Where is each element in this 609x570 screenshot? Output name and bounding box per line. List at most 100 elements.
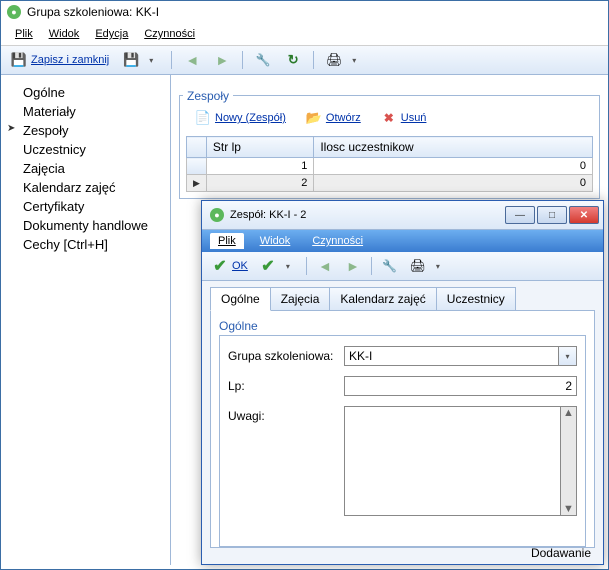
open-button[interactable]: Otwórz — [297, 106, 370, 130]
dlg-tools-button[interactable] — [378, 256, 402, 276]
tab-uczestnicy[interactable]: Uczestnicy — [436, 287, 516, 311]
dropdown-icon — [143, 52, 159, 68]
row-indicator — [187, 158, 207, 175]
save-close-button[interactable]: Zapisz i zamknij — [7, 50, 113, 70]
print-button[interactable] — [322, 50, 366, 70]
col-lp[interactable]: Str lp — [206, 137, 313, 158]
new-button[interactable]: Nowy (Zespół) — [186, 106, 295, 130]
separator — [306, 257, 307, 275]
uwagi-textarea[interactable] — [344, 406, 561, 516]
print-icon — [410, 258, 426, 274]
check-icon — [260, 258, 276, 274]
save-dropdown-button[interactable] — [119, 50, 163, 70]
table-rowhead — [187, 137, 207, 158]
open-label: Otwórz — [326, 112, 361, 124]
save-icon — [123, 52, 139, 68]
cell-count: 0 — [314, 158, 593, 175]
lp-label: Lp: — [228, 376, 338, 393]
save-close-label: Zapisz i zamknij — [31, 54, 109, 66]
dialog-menubar: Plik Widok Czynności — [202, 230, 603, 252]
nav-back-button[interactable] — [180, 50, 204, 70]
sidebar-item-dokumenty[interactable]: Dokumenty handlowe — [5, 216, 166, 235]
sidebar-item-materialy[interactable]: Materiały — [5, 102, 166, 121]
separator — [171, 51, 172, 69]
new-label: Nowy (Zespół) — [215, 112, 286, 124]
main-titlebar: ● Grupa szkoleniowa: KK-I — [1, 1, 608, 23]
dlg-menu-plik[interactable]: Plik — [210, 233, 244, 249]
app-icon: ● — [210, 208, 224, 222]
close-button[interactable]: ✕ — [569, 206, 599, 224]
minimize-button[interactable]: — — [505, 206, 535, 224]
check-icon — [212, 258, 228, 274]
grupa-input[interactable] — [344, 346, 559, 366]
refresh-icon — [285, 52, 301, 68]
menu-widok[interactable]: Widok — [43, 26, 86, 42]
sidebar-item-ogolne[interactable]: Ogólne — [5, 83, 166, 102]
tools-button[interactable] — [251, 50, 275, 70]
ok-label: OK — [232, 260, 248, 272]
fieldset-label: Zespoły — [183, 89, 233, 103]
table-row[interactable]: 1 0 — [187, 158, 593, 175]
delete-button[interactable]: Usuń — [372, 106, 436, 130]
uwagi-label: Uwagi: — [228, 406, 338, 423]
col-count[interactable]: Ilosc uczestnikow — [314, 137, 593, 158]
grupa-select[interactable] — [344, 346, 577, 366]
lp-input[interactable] — [344, 376, 577, 396]
menu-czynnosci[interactable]: Czynności — [138, 26, 201, 42]
dlg-nav-forward-button[interactable] — [341, 256, 365, 276]
button-row: Nowy (Zespół) Otwórz Usuń — [186, 106, 593, 130]
table-row[interactable]: 2 0 — [187, 175, 593, 192]
menu-plik[interactable]: Plik — [9, 26, 39, 42]
refresh-button[interactable] — [281, 50, 305, 70]
maximize-button[interactable]: □ — [537, 206, 567, 224]
sidebar-item-kalendarz[interactable]: Kalendarz zajęć — [5, 178, 166, 197]
arrow-left-icon — [184, 52, 200, 68]
new-icon — [195, 110, 211, 126]
scroll-up-icon: ▲ — [563, 407, 574, 419]
grupa-dropdown-btn[interactable] — [559, 346, 577, 366]
dlg-menu-widok[interactable]: Widok — [254, 233, 297, 249]
team-dialog: ● Zespół: KK-I - 2 — □ ✕ Plik Widok Czyn… — [201, 200, 604, 565]
main-toolbar: Zapisz i zamknij — [1, 46, 608, 75]
dropdown-icon — [560, 348, 576, 364]
tab-ogolne[interactable]: Ogólne — [210, 287, 271, 311]
dialog-title: Zespół: KK-I - 2 — [230, 209, 306, 221]
dlg-menu-czynnosci[interactable]: Czynności — [306, 233, 369, 249]
sidebar-item-zespoly[interactable]: Zespoły — [5, 121, 166, 140]
tab-zajecia[interactable]: Zajęcia — [270, 287, 331, 311]
dialog-status: Dodawanie — [527, 542, 595, 564]
sidebar-item-zajecia[interactable]: Zajęcia — [5, 159, 166, 178]
open-icon — [306, 110, 322, 126]
dlg-print-button[interactable] — [406, 256, 450, 276]
sidebar-item-uczestnicy[interactable]: Uczestnicy — [5, 140, 166, 159]
dropdown-icon — [280, 258, 296, 274]
tab-kalendarz[interactable]: Kalendarz zajęć — [329, 287, 436, 311]
sidebar-item-cechy[interactable]: Cechy [Ctrl+H] — [5, 235, 166, 254]
dialog-titlebar[interactable]: ● Zespół: KK-I - 2 — □ ✕ — [202, 201, 603, 230]
save-icon — [11, 52, 27, 68]
row-indicator — [187, 175, 207, 192]
delete-label: Usuń — [401, 112, 427, 124]
separator — [371, 257, 372, 275]
fieldset-box: Nowy (Zespół) Otwórz Usuń Str lp — [179, 95, 600, 199]
cell-count: 0 — [314, 175, 593, 192]
ok-dropdown-button[interactable] — [256, 256, 300, 276]
separator — [242, 51, 243, 69]
app-icon: ● — [7, 5, 21, 19]
inner-fieldset-label: Ogólne — [219, 319, 258, 333]
print-icon — [326, 52, 342, 68]
arrow-right-icon — [345, 258, 361, 274]
teams-table: Str lp Ilosc uczestnikow 1 0 2 0 — [186, 136, 593, 192]
wrench-icon — [255, 52, 271, 68]
textarea-scrollbar[interactable]: ▲▼ — [561, 406, 577, 516]
wrench-icon — [382, 258, 398, 274]
nav-forward-button[interactable] — [210, 50, 234, 70]
menu-edycja[interactable]: Edycja — [89, 26, 134, 42]
arrow-right-icon — [214, 52, 230, 68]
cell-lp: 1 — [206, 158, 313, 175]
main-menubar: Plik Widok Edycja Czynności — [1, 23, 608, 46]
scroll-down-icon: ▼ — [563, 503, 574, 515]
sidebar-item-certyfikaty[interactable]: Certyfikaty — [5, 197, 166, 216]
ok-button[interactable]: OK — [208, 256, 252, 276]
dlg-nav-back-button[interactable] — [313, 256, 337, 276]
